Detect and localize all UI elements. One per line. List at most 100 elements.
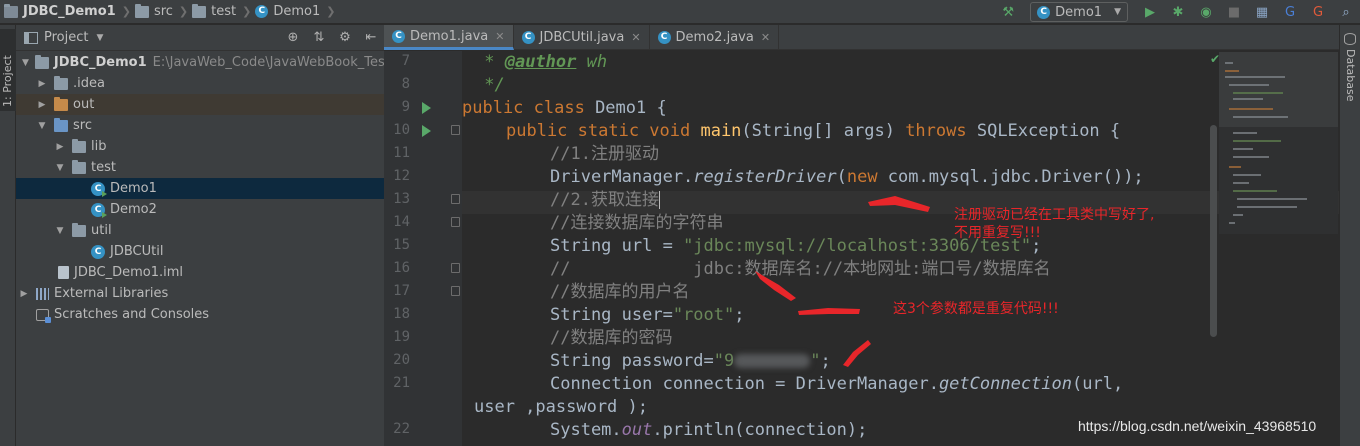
tab-demo2[interactable]: C Demo2.java ✕ bbox=[650, 25, 780, 50]
tree-item-iml[interactable]: JDBC_Demo1.iml bbox=[16, 262, 384, 283]
breadcrumb-file[interactable]: C Demo1 ❯ bbox=[251, 0, 335, 24]
code-text: (url, bbox=[1072, 374, 1124, 394]
fold-icon[interactable] bbox=[451, 217, 460, 227]
run-icon[interactable]: ▶ bbox=[1141, 3, 1159, 21]
tree-item-src[interactable]: ▼ src bbox=[16, 115, 384, 136]
navigation-bar: JDBC_Demo1 ❯ src ❯ test ❯ C Demo1 ❯ ⚒ C … bbox=[0, 0, 1360, 24]
code-line-19: //数据库的密码 bbox=[550, 328, 673, 348]
run-configuration-select[interactable]: C Demo1 ▼ bbox=[1030, 2, 1128, 22]
tree-item-scratches[interactable]: Scratches and Consoles bbox=[16, 304, 384, 325]
project-tool-tab[interactable]: 1: Project bbox=[0, 29, 16, 111]
tree-item-out[interactable]: ▶ out bbox=[16, 94, 384, 115]
runnable-class-icon: C bbox=[91, 202, 107, 218]
code-text: Connection connection = DriverManager. bbox=[550, 374, 939, 394]
run-class-icon[interactable] bbox=[422, 102, 431, 114]
fold-icon[interactable] bbox=[451, 263, 460, 273]
code-line-8: */ bbox=[474, 75, 505, 95]
tree-item-label: util bbox=[91, 223, 112, 238]
database-icon[interactable] bbox=[1344, 33, 1356, 45]
code-text: .println(connection); bbox=[652, 420, 868, 440]
tree-item-test[interactable]: ▼ test bbox=[16, 157, 384, 178]
breadcrumb-project[interactable]: JDBC_Demo1 ❯ bbox=[0, 0, 131, 24]
breadcrumb-test[interactable]: test ❯ bbox=[188, 0, 251, 24]
annotation-text: 这3个参数都是重复代码!!! bbox=[893, 301, 1059, 317]
expanded-arrow-icon[interactable]: ▼ bbox=[22, 58, 29, 68]
editor-gutter[interactable]: 7 8 9 10 11 12 13 14 15 16 17 18 19 20 2… bbox=[384, 51, 462, 446]
collapsed-arrow-icon[interactable]: ▶ bbox=[18, 289, 30, 299]
tree-item-lib[interactable]: ▶ lib bbox=[16, 136, 384, 157]
build-hammer-icon[interactable]: ⚒ bbox=[999, 3, 1017, 21]
runnable-class-icon: C bbox=[91, 181, 107, 197]
tab-demo1[interactable]: C Demo1.java ✕ bbox=[384, 25, 514, 50]
tree-item-path: E:\JavaWeb_Code\JavaWebBook_Test\Tes bbox=[152, 55, 415, 70]
string-literal: "root" bbox=[672, 305, 735, 325]
stop-icon[interactable]: ■ bbox=[1225, 3, 1243, 21]
tree-item-idea[interactable]: ▶ .idea bbox=[16, 73, 384, 94]
locate-icon[interactable]: ⊕ bbox=[280, 30, 306, 45]
collapsed-arrow-icon[interactable]: ▶ bbox=[54, 142, 66, 152]
close-icon[interactable]: ✕ bbox=[495, 30, 504, 43]
javadoc-tag: @author bbox=[504, 52, 577, 72]
line-number: 20 bbox=[393, 352, 410, 368]
code-line-22: System.out.println(connection); bbox=[550, 419, 867, 442]
static-field: out bbox=[621, 420, 653, 440]
tree-item-label: .idea bbox=[73, 76, 105, 91]
method-name: main bbox=[690, 121, 742, 141]
close-icon[interactable]: ✕ bbox=[761, 31, 770, 44]
project-panel-header: Project ▼ ⊕ ⇅ ⚙ ⇤ bbox=[16, 25, 384, 51]
project-structure-icon[interactable]: ▦ bbox=[1253, 3, 1271, 21]
code-line-11: //1.注册驱动 bbox=[550, 144, 659, 164]
tree-item-jdbcutil[interactable]: C JDBCUtil bbox=[16, 241, 384, 262]
code-minimap[interactable] bbox=[1219, 52, 1338, 234]
expanded-arrow-icon[interactable]: ▼ bbox=[54, 226, 66, 236]
source-folder-icon bbox=[54, 117, 68, 132]
string-literal: " bbox=[810, 351, 821, 371]
class-icon: C bbox=[521, 31, 535, 44]
tree-item-util[interactable]: ▼ util bbox=[16, 220, 384, 241]
fold-icon[interactable] bbox=[451, 125, 460, 135]
tree-item-project-root[interactable]: ▼ JDBC_Demo1 E:\JavaWeb_Code\JavaWebBook… bbox=[16, 52, 415, 73]
chevron-down-icon[interactable]: ▼ bbox=[96, 33, 103, 43]
code-text: ; bbox=[820, 351, 831, 371]
tab-jdbcutil[interactable]: C JDBCUtil.java ✕ bbox=[514, 25, 650, 50]
close-icon[interactable]: ✕ bbox=[631, 31, 640, 44]
database-tool-tab[interactable]: Database bbox=[1344, 49, 1357, 102]
editor-scrollbar[interactable] bbox=[1210, 125, 1217, 337]
fold-icon[interactable] bbox=[451, 286, 460, 296]
code-area[interactable]: * @author wh */ public class Demo1 { pub… bbox=[462, 51, 1339, 446]
tree-item-external-libraries[interactable]: ▶ External Libraries bbox=[16, 283, 384, 304]
line-number: 8 bbox=[401, 76, 410, 92]
debug-icon[interactable]: ✱ bbox=[1169, 3, 1187, 21]
class-icon: C bbox=[91, 244, 105, 259]
code-line-14: //连接数据库的字符串 bbox=[550, 213, 724, 233]
breadcrumb-test-label: test bbox=[211, 4, 237, 19]
tree-item-demo1[interactable]: C Demo1 bbox=[16, 178, 384, 199]
fold-icon[interactable] bbox=[451, 194, 460, 204]
tree-item-label: Demo2 bbox=[110, 202, 157, 217]
hide-icon[interactable]: ⇤ bbox=[358, 30, 384, 45]
run-toolbar: ⚒ C Demo1 ▼ ▶ ✱ ◉ ■ ▦ G G ⌕ bbox=[994, 0, 1360, 24]
breadcrumb-src-label: src bbox=[153, 4, 173, 19]
expanded-arrow-icon[interactable]: ▼ bbox=[54, 163, 66, 173]
project-view-select[interactable]: Project bbox=[44, 30, 88, 45]
collapsed-arrow-icon[interactable]: ▶ bbox=[36, 100, 48, 110]
tree-item-demo2[interactable]: C Demo2 bbox=[16, 199, 384, 220]
keyword: public static void bbox=[506, 121, 691, 141]
expanded-arrow-icon[interactable]: ▼ bbox=[36, 121, 48, 131]
line-number: 10 bbox=[393, 122, 410, 138]
code-line-20: String password="9 "; bbox=[550, 350, 831, 373]
line-number: 7 bbox=[401, 53, 410, 69]
line-number: 13 bbox=[393, 191, 410, 207]
translate-google-icon[interactable]: G bbox=[1281, 3, 1299, 21]
run-main-icon[interactable] bbox=[422, 125, 431, 137]
breadcrumb-src[interactable]: src ❯ bbox=[131, 0, 188, 24]
folder-icon bbox=[54, 75, 68, 90]
collapse-all-icon[interactable]: ⇅ bbox=[306, 30, 332, 45]
breadcrumb-file-label: Demo1 bbox=[273, 4, 321, 19]
search-everywhere-icon[interactable]: ⌕ bbox=[1337, 3, 1355, 21]
collapsed-arrow-icon[interactable]: ▶ bbox=[36, 79, 48, 89]
code-line-10: public static void main(String[] args) t… bbox=[506, 120, 1120, 143]
coverage-icon[interactable]: ◉ bbox=[1197, 3, 1215, 21]
translate-office-icon[interactable]: G bbox=[1309, 3, 1327, 21]
gear-icon[interactable]: ⚙ bbox=[332, 30, 358, 45]
